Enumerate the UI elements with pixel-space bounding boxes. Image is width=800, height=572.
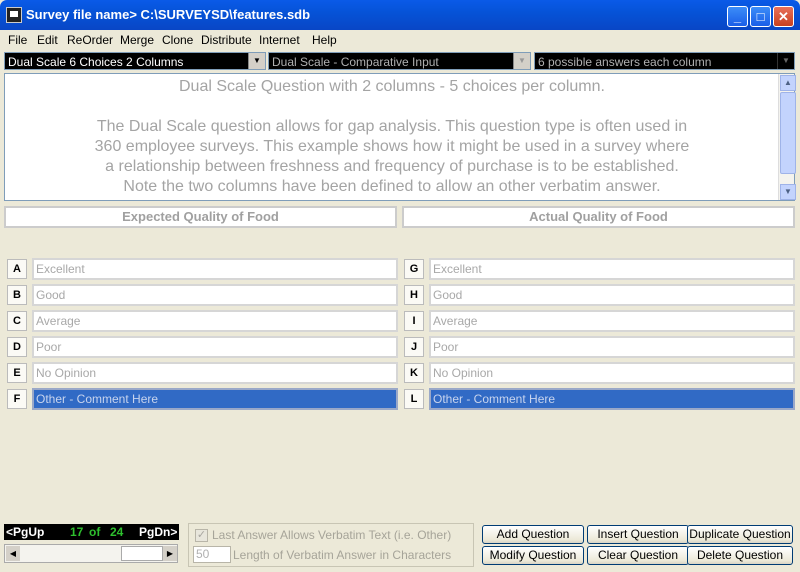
clear-question-button[interactable]: Clear Question (587, 546, 689, 565)
scroll-thumb[interactable] (780, 92, 796, 174)
input-type-select-value: Dual Scale - Comparative Input (272, 55, 439, 69)
window-title: Survey file name> C:\SURVEYSD\features.s… (26, 7, 311, 22)
insert-question-button[interactable]: Insert Question (587, 525, 689, 544)
question-text-line: Dual Scale Question with 2 columns - 5 c… (179, 78, 605, 95)
app-icon (6, 7, 22, 23)
menu-clone[interactable]: Clone (162, 33, 193, 47)
answer-field[interactable]: Excellent (32, 258, 398, 280)
answer-field[interactable]: No Opinion (429, 362, 795, 384)
question-text-line: a relationship between freshness and fre… (105, 158, 679, 175)
page-current: 17 (70, 525, 84, 539)
menu-merge[interactable]: Merge (120, 33, 154, 47)
vertical-scrollbar[interactable]: ▲ ▼ (778, 74, 796, 200)
answer-letter: I (404, 311, 424, 331)
scroll-right-icon[interactable]: ▶ (163, 546, 177, 561)
menu-internet[interactable]: Internet (259, 33, 300, 47)
verbatim-checkbox[interactable]: ✓ (195, 529, 208, 542)
answer-letter: C (7, 311, 27, 331)
chevron-down-icon[interactable]: ▼ (513, 53, 530, 69)
menu-edit[interactable]: Edit (37, 33, 58, 47)
answer-letter: L (404, 389, 424, 409)
answer-field[interactable]: No Opinion (32, 362, 398, 384)
duplicate-question-button[interactable]: Duplicate Question (687, 525, 793, 544)
question-text-line: Note the two columns have been defined t… (123, 178, 661, 195)
add-question-button[interactable]: Add Question (482, 525, 584, 544)
column-header-left[interactable]: Expected Quality of Food (4, 206, 397, 228)
answer-field[interactable]: Average (32, 310, 398, 332)
answer-field-selected[interactable]: Other - Comment Here (429, 388, 795, 410)
scroll-thumb[interactable] (121, 546, 163, 561)
verbatim-checkbox-label: Last Answer Allows Verbatim Text (i.e. O… (212, 528, 452, 542)
delete-question-button[interactable]: Delete Question (687, 546, 793, 565)
horizontal-scrollbar[interactable]: ◀ ▶ (4, 544, 178, 563)
verbatim-length-input[interactable]: 50 (193, 546, 231, 563)
menu-bar: File Edit ReOrder Merge Clone Distribute… (0, 30, 800, 50)
answer-letter: E (7, 363, 27, 383)
answer-field[interactable]: Good (32, 284, 398, 306)
answer-letter: K (404, 363, 424, 383)
answer-field[interactable]: Poor (32, 336, 398, 358)
answer-letter: J (404, 337, 424, 357)
question-text-line: 360 employee surveys. This example shows… (94, 138, 690, 155)
answer-letter: H (404, 285, 424, 305)
scroll-down-icon[interactable]: ▼ (780, 184, 796, 200)
answer-field-selected[interactable]: Other - Comment Here (32, 388, 398, 410)
input-type-select[interactable]: Dual Scale - Comparative Input ▼ (268, 52, 531, 70)
pager: <PgUp 17 of 24 PgDn> (4, 524, 179, 540)
menu-distribute[interactable]: Distribute (201, 33, 252, 47)
scroll-up-icon[interactable]: ▲ (780, 75, 796, 91)
answers-count-select-value: 6 possible answers each column (538, 55, 712, 69)
menu-help[interactable]: Help (312, 33, 337, 47)
verbatim-length-label: Length of Verbatim Answer in Characters (233, 548, 452, 562)
menu-file[interactable]: File (8, 33, 27, 47)
title-bar[interactable]: Survey file name> C:\SURVEYSD\features.s… (0, 0, 800, 30)
menu-reorder[interactable]: ReOrder (67, 33, 113, 47)
page-of-label: of (89, 525, 101, 539)
scroll-left-icon[interactable]: ◀ (6, 546, 20, 561)
answer-letter: G (404, 259, 424, 279)
question-select[interactable]: Dual Scale 6 Choices 2 Columns ▼ (4, 52, 266, 70)
answer-field[interactable]: Poor (429, 336, 795, 358)
answer-letter: D (7, 337, 27, 357)
close-button[interactable]: ✕ (773, 6, 794, 27)
column-header-right[interactable]: Actual Quality of Food (402, 206, 795, 228)
minimize-button[interactable]: _ (727, 6, 748, 27)
chevron-down-icon[interactable]: ▼ (777, 53, 794, 69)
page-total: 24 (110, 525, 124, 539)
chevron-down-icon[interactable]: ▼ (248, 53, 265, 69)
answer-letter: F (7, 389, 27, 409)
page-up-button[interactable]: <PgUp (6, 525, 44, 539)
question-text-line: The Dual Scale question allows for gap a… (96, 118, 688, 135)
maximize-button[interactable]: □ (750, 6, 771, 27)
question-select-value: Dual Scale 6 Choices 2 Columns (8, 55, 184, 69)
answer-field[interactable]: Good (429, 284, 795, 306)
question-text-area[interactable]: Dual Scale Question with 2 columns - 5 c… (4, 73, 796, 201)
answer-field[interactable]: Excellent (429, 258, 795, 280)
modify-question-button[interactable]: Modify Question (482, 546, 584, 565)
answer-letter: A (7, 259, 27, 279)
answers-count-select[interactable]: 6 possible answers each column ▼ (534, 52, 795, 70)
page-down-button[interactable]: PgDn> (139, 525, 177, 539)
answer-letter: B (7, 285, 27, 305)
answer-field[interactable]: Average (429, 310, 795, 332)
